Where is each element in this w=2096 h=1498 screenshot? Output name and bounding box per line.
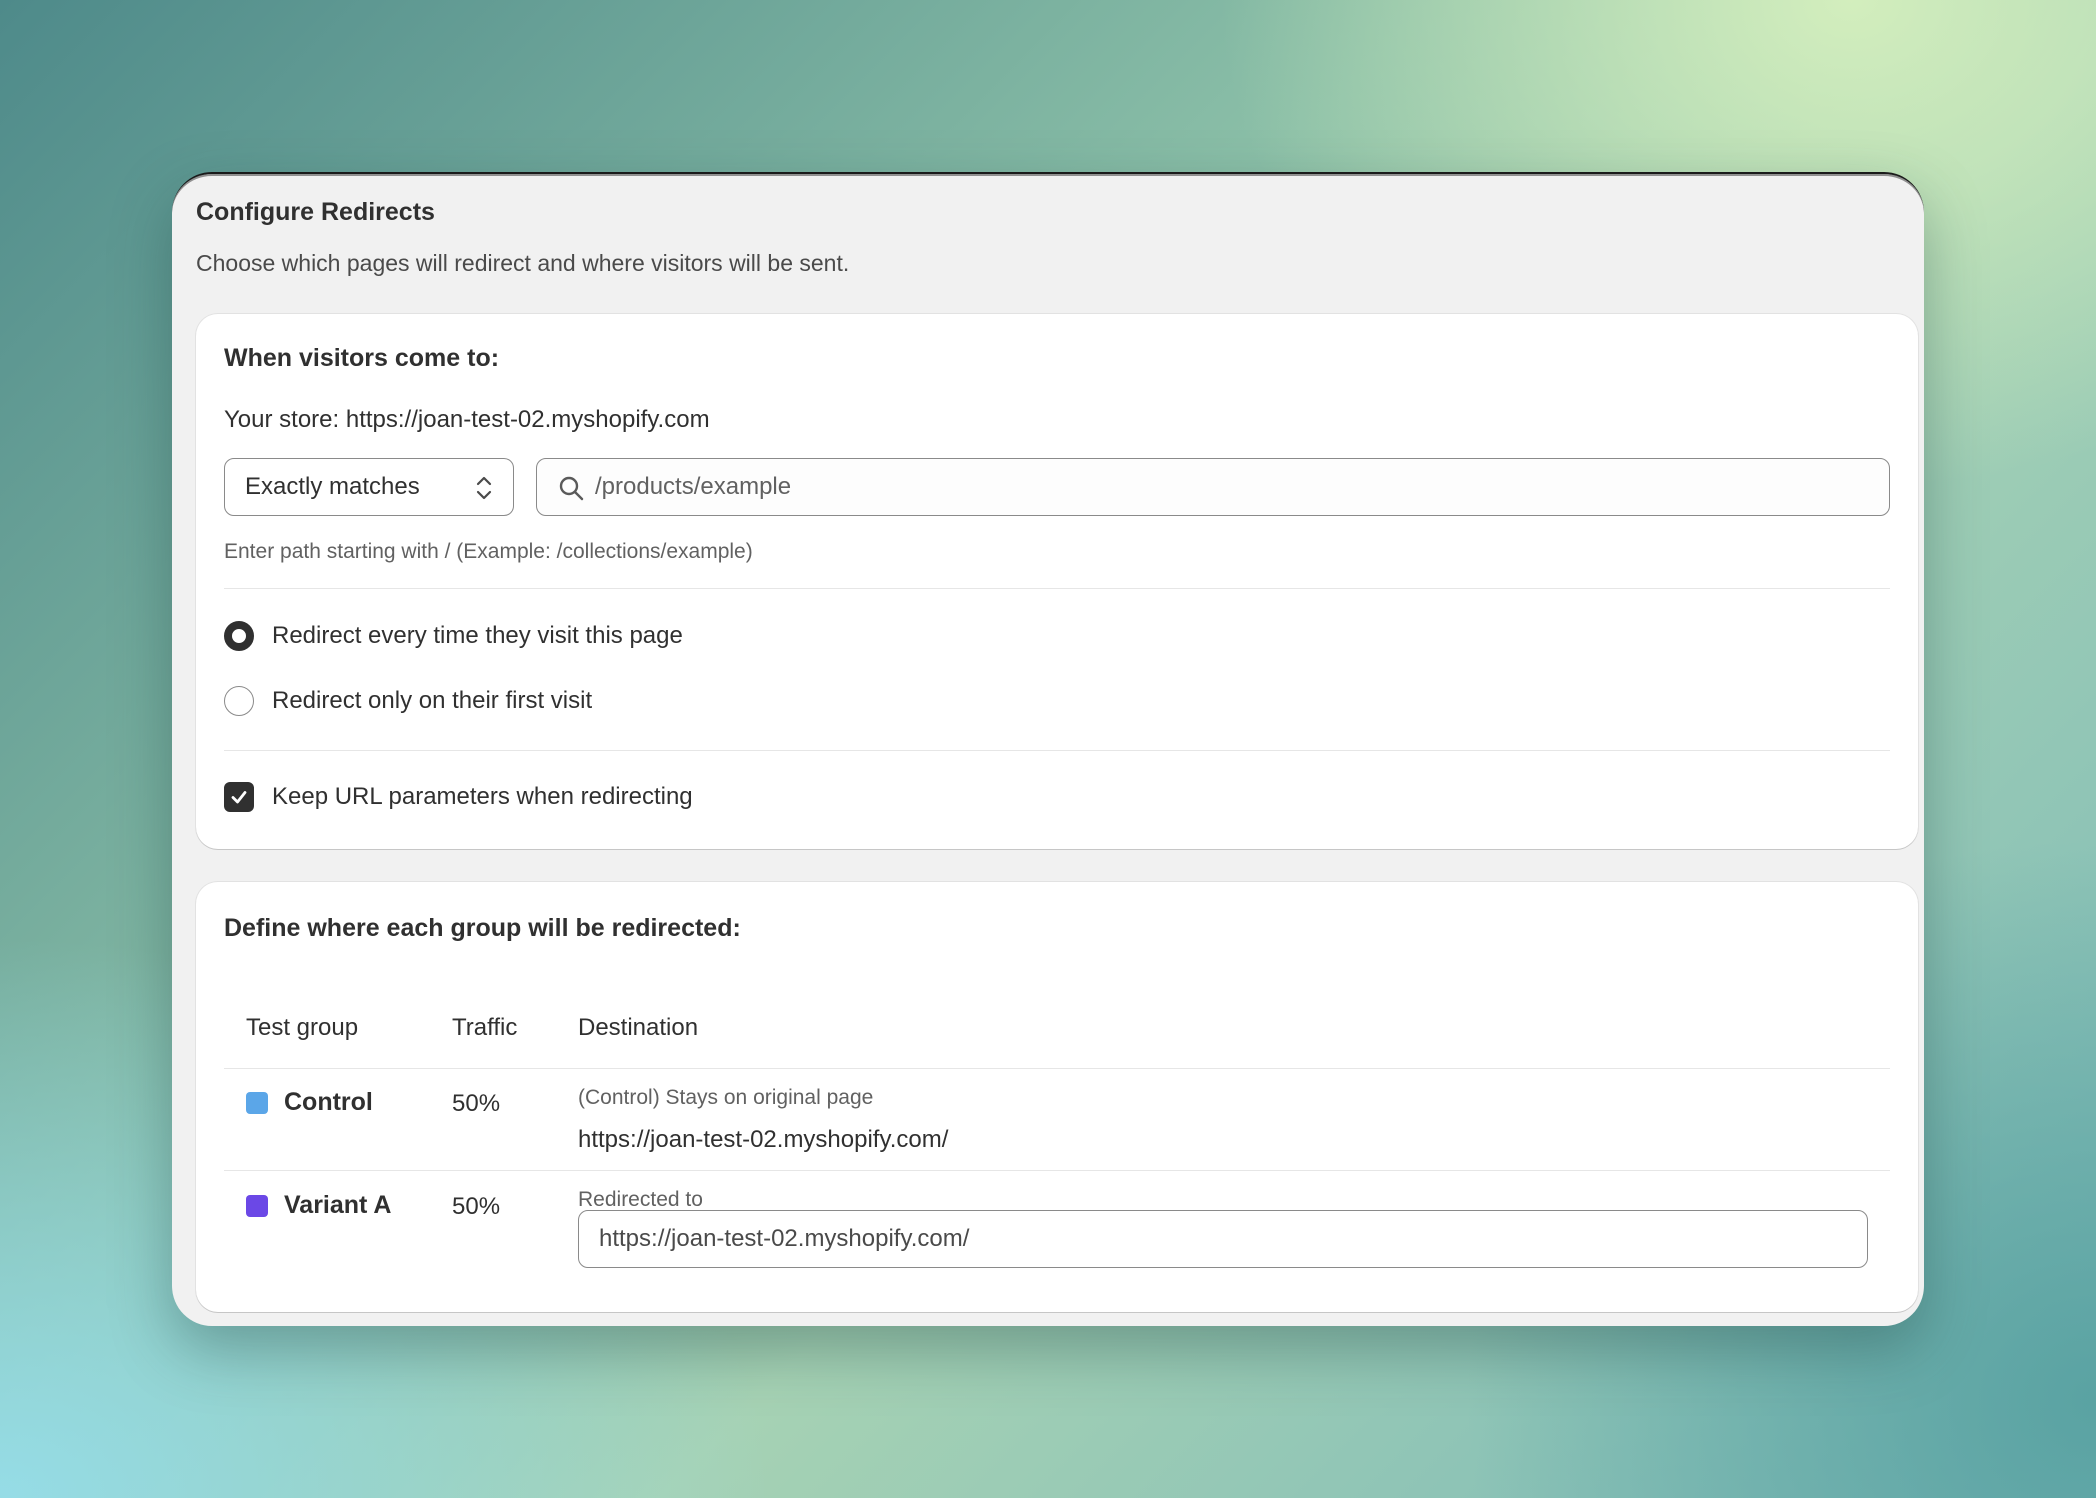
path-hint: Enter path starting with / (Example: /co… [224,540,753,563]
page-subtitle: Choose which pages will redirect and whe… [196,250,850,276]
radio-every-visit-label: Redirect every time they visit this page [272,622,683,649]
radio-unselected-icon[interactable] [224,686,254,716]
column-header-traffic: Traffic [452,1014,518,1041]
radio-first-visit-label: Redirect only on their first visit [272,687,593,714]
configure-redirects-window: Configure Redirects Choose which pages w… [172,172,1924,1326]
source-heading: When visitors come to: [224,344,500,372]
column-header-test-group: Test group [246,1014,359,1041]
group-variant-a: Variant A [246,1191,391,1220]
search-icon [559,476,584,501]
control-destination-label: (Control) Stays on original page [578,1086,874,1109]
variant-a-color-swatch [246,1194,268,1217]
group-control: Control [246,1088,373,1117]
groups-heading: Define where each group will be redirect… [224,914,741,942]
variant-a-destination-input[interactable]: https://joan-test-02.myshopify.com/ [578,1210,1868,1268]
chevron-up-down-icon [476,476,492,500]
path-input[interactable]: /products/example [536,458,1890,516]
keep-params-label: Keep URL parameters when redirecting [272,783,693,810]
control-destination-url: https://joan-test-02.myshopify.com/ [578,1126,949,1153]
variant-a-traffic: 50% [452,1193,501,1220]
divider [224,750,1890,751]
radio-selected-icon[interactable] [224,621,254,651]
page-title: Configure Redirects [196,198,435,226]
group-name: Variant A [284,1191,392,1219]
keep-params-checkbox-row[interactable]: Keep URL parameters when redirecting [224,782,693,812]
checkbox-checked-icon[interactable] [224,782,254,812]
table-divider [224,1068,1890,1069]
divider [224,588,1890,589]
column-header-destination: Destination [578,1014,699,1041]
variant-a-destination-label: Redirected to [578,1188,703,1211]
table-divider [224,1170,1890,1171]
control-traffic: 50% [452,1090,501,1117]
variant-a-destination-value: https://joan-test-02.myshopify.com/ [599,1225,970,1252]
store-url-line: Your store: https://joan-test-02.myshopi… [224,406,710,433]
group-name: Control [284,1088,373,1116]
path-input-placeholder: /products/example [595,473,792,500]
groups-card: Define where each group will be redirect… [196,882,1918,1312]
checkmark-icon [231,791,247,804]
source-card: When visitors come to: Your store: https… [196,314,1918,849]
match-type-select[interactable]: Exactly matches [224,458,514,516]
radio-first-visit[interactable]: Redirect only on their first visit [224,686,592,716]
control-color-swatch [246,1091,268,1114]
radio-every-visit[interactable]: Redirect every time they visit this page [224,621,683,651]
match-type-value: Exactly matches [245,473,420,500]
